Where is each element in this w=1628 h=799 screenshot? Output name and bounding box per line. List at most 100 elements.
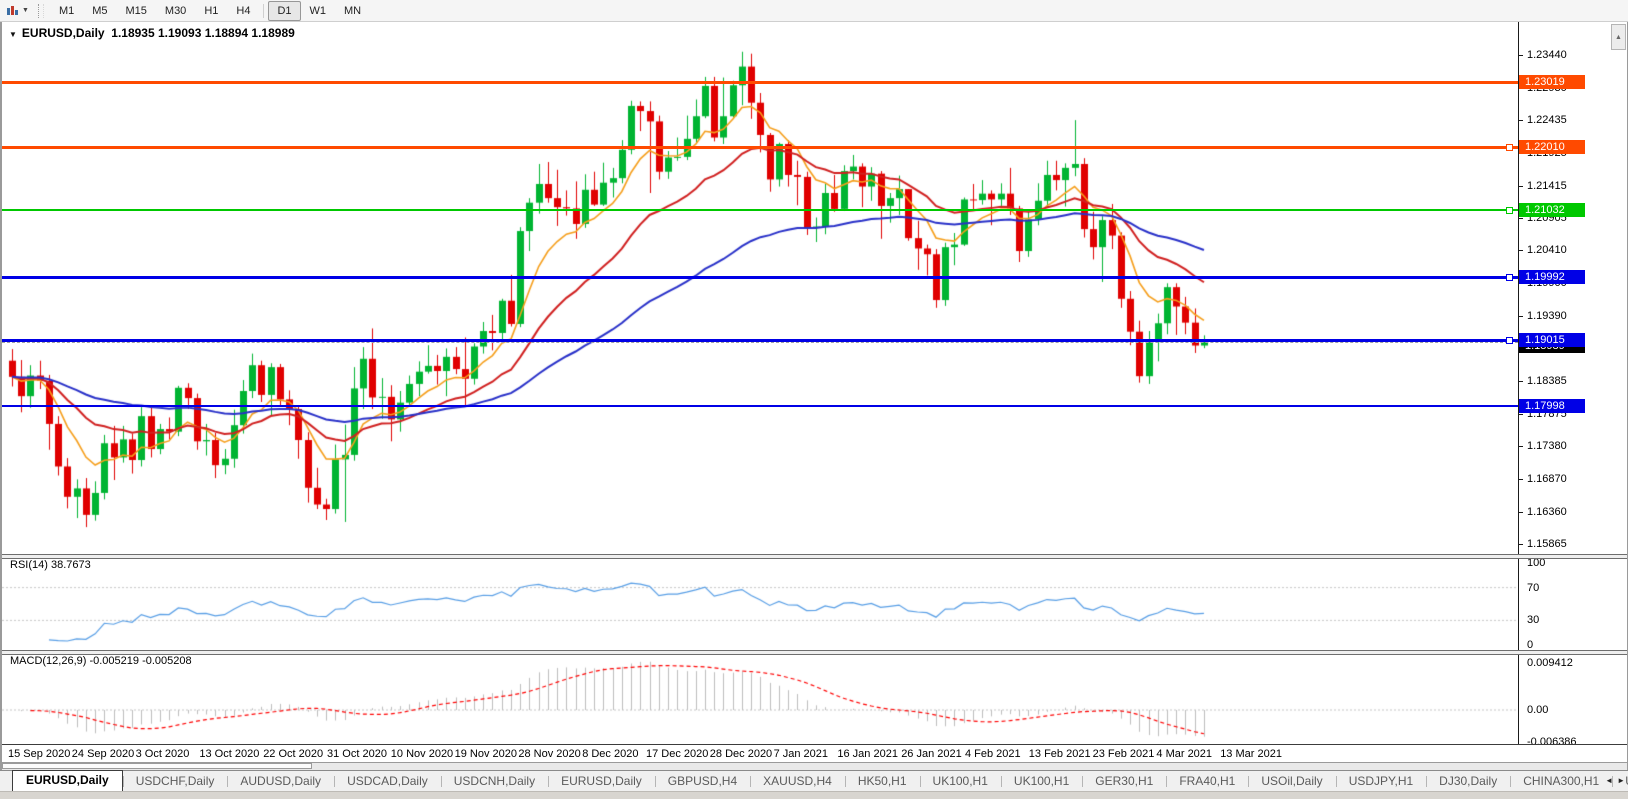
horizontal-level-label[interactable]: 1.23019 (1519, 75, 1585, 89)
timeframe-button-h4[interactable]: H4 (227, 1, 259, 21)
date-axis-label: 19 Nov 2020 (455, 748, 517, 760)
tab-scroll-left-icon[interactable]: ◄ (1605, 776, 1613, 785)
horizontal-level-label[interactable]: 1.22010 (1519, 140, 1585, 154)
tab-12-fra40-h1[interactable]: FRA40,H1 (1166, 772, 1248, 791)
horizontal-level-line[interactable] (2, 146, 1518, 149)
price-tick-mark (1519, 55, 1523, 56)
chart-period-icon-glyph (6, 4, 20, 18)
tab-11-ger30-h1[interactable]: GER30,H1 (1082, 772, 1166, 791)
tab-3-usdcad-daily[interactable]: USDCAD,Daily (334, 772, 441, 791)
line-drag-handle[interactable] (1506, 337, 1513, 344)
tab-2-audusd-daily[interactable]: AUDUSD,Daily (227, 772, 334, 791)
chart-title: ▼ EURUSD,Daily 1.18935 1.19093 1.18894 1.… (9, 26, 295, 40)
horizontal-level-label[interactable]: 1.17998 (1519, 399, 1585, 413)
line-drag-handle[interactable] (1506, 144, 1513, 151)
tab-scroll-right-icon[interactable]: ► (1617, 776, 1625, 785)
date-axis-label: 15 Sep 2020 (8, 748, 70, 760)
bid-price-line (2, 342, 1518, 343)
line-drag-handle[interactable] (1506, 274, 1513, 281)
tab-4-usdcnh-daily[interactable]: USDCNH,Daily (441, 772, 548, 791)
chart-title-symbol: EURUSD,Daily (22, 26, 105, 40)
chart-overlay: 1.234401.229301.224351.219251.214151.209… (2, 22, 1627, 744)
timeframe-button-m5[interactable]: M5 (83, 1, 116, 21)
timeframe-button-h1[interactable]: H1 (195, 1, 227, 21)
timeframe-button-m1[interactable]: M1 (50, 1, 83, 21)
price-tick-label: 1.17380 (1527, 440, 1567, 452)
price-tick-label: 1.16870 (1527, 473, 1567, 485)
date-axis-label: 7 Jan 2021 (774, 748, 828, 760)
date-axis-label: 16 Jan 2021 (837, 748, 898, 760)
date-axis-label: 4 Feb 2021 (965, 748, 1021, 760)
price-tick-mark (1519, 512, 1523, 513)
price-tick-mark (1519, 544, 1523, 545)
chart-period-dropdown-icon[interactable]: ▼ (22, 7, 29, 14)
window-bottom-strip (0, 791, 1628, 799)
price-tick-mark (1519, 446, 1523, 447)
rsi-tick-label: 30 (1527, 614, 1539, 626)
chart-title-ohlc: 1.18935 1.19093 1.18894 1.18989 (111, 26, 295, 40)
tab-6-gbpusd-h4[interactable]: GBPUSD,H4 (655, 772, 750, 791)
date-axis-label: 31 Oct 2020 (327, 748, 387, 760)
price-axis-line[interactable] (1518, 22, 1519, 744)
tab-5-eurusd-daily[interactable]: EURUSD,Daily (548, 772, 655, 791)
date-axis-label: 22 Oct 2020 (263, 748, 323, 760)
horizontal-level-line[interactable] (2, 339, 1518, 342)
chart-scroll-up-button[interactable]: ▲ (1611, 24, 1626, 50)
tab-15-dj30-daily[interactable]: DJ30,Daily (1426, 772, 1510, 791)
mt4-terminal: { "icons": {"collapse": "▼", "dropdown":… (0, 0, 1628, 799)
line-drag-handle[interactable] (1506, 207, 1513, 214)
timeframe-button-d1[interactable]: D1 (268, 1, 300, 21)
horizontal-level-label[interactable]: 1.19992 (1519, 270, 1585, 284)
tab-0-eurusd-daily[interactable]: EURUSD,Daily (12, 770, 123, 791)
date-axis-label: 8 Dec 2020 (582, 748, 638, 760)
rsi-indicator-label: RSI(14) 38.7673 (10, 559, 91, 571)
timeframe-group-separator (263, 4, 264, 18)
horizontal-scrollbar[interactable] (2, 763, 1627, 770)
horizontal-level-line[interactable] (2, 209, 1518, 211)
date-axis-label: 3 Oct 2020 (136, 748, 190, 760)
price-tick-mark (1519, 120, 1523, 121)
date-axis-label: 17 Dec 2020 (646, 748, 708, 760)
horizontal-scrollbar-thumb[interactable] (2, 763, 312, 769)
horizontal-level-label[interactable]: 1.21032 (1519, 203, 1585, 217)
timeframe-button-mn[interactable]: MN (335, 1, 370, 21)
tab-16-china300-h1[interactable]: CHINA300,H1 (1510, 772, 1612, 791)
chart-period-icon[interactable] (4, 3, 22, 19)
pane-splitter-rsi[interactable] (2, 554, 1627, 559)
price-tick-mark (1519, 479, 1523, 480)
horizontal-level-label[interactable]: 1.19015 (1519, 333, 1585, 347)
collapse-icon[interactable]: ▼ (9, 30, 17, 39)
macd-tick-label: 0.009412 (1527, 657, 1573, 669)
tab-14-usdjpy-h1[interactable]: USDJPY,H1 (1336, 772, 1426, 791)
date-axis-label: 28 Dec 2020 (710, 748, 772, 760)
pane-splitter-macd[interactable] (2, 650, 1627, 655)
tab-13-usoil-daily[interactable]: USOil,Daily (1248, 772, 1335, 791)
date-axis-label: 13 Mar 2021 (1220, 748, 1282, 760)
tab-1-usdchf-daily[interactable]: USDCHF,Daily (123, 772, 228, 791)
date-axis[interactable]: 15 Sep 202024 Sep 20203 Oct 202013 Oct 2… (2, 744, 1627, 763)
timeframe-toolbar: ▼ M1M5M15M30H1H4 D1W1MN (0, 0, 1628, 22)
chart-tabs-bar: EURUSD,DailyUSDCHF,DailyAUDUSD,DailyUSDC… (0, 770, 1628, 791)
price-tick-label: 1.18385 (1527, 375, 1567, 387)
chart-window: 1.234401.229301.224351.219251.214151.209… (0, 22, 1628, 770)
tab-10-uk100-h1[interactable]: UK100,H1 (1001, 772, 1082, 791)
horizontal-level-line[interactable] (2, 276, 1518, 279)
toolbar-grip[interactable] (38, 4, 44, 18)
price-tick-mark (1519, 250, 1523, 251)
tab-8-hk50-h1[interactable]: HK50,H1 (845, 772, 920, 791)
horizontal-level-line[interactable] (2, 81, 1518, 84)
price-tick-label: 1.16360 (1527, 506, 1567, 518)
tab-9-uk100-h1[interactable]: UK100,H1 (920, 772, 1001, 791)
timeframe-button-m30[interactable]: M30 (156, 1, 195, 21)
price-tick-mark (1519, 186, 1523, 187)
timeframe-button-w1[interactable]: W1 (301, 1, 336, 21)
tab-7-xauusd-h4[interactable]: XAUUSD,H4 (750, 772, 845, 791)
price-tick-label: 1.20410 (1527, 244, 1567, 256)
macd-indicator-label: MACD(12,26,9) -0.005219 -0.005208 (10, 655, 192, 667)
date-axis-label: 28 Nov 2020 (518, 748, 580, 760)
macd-tick-label: 0.00 (1527, 704, 1548, 716)
timeframe-button-m15[interactable]: M15 (117, 1, 156, 21)
price-tick-label: 1.21415 (1527, 180, 1567, 192)
horizontal-level-line[interactable] (2, 405, 1518, 407)
date-axis-label: 24 Sep 2020 (72, 748, 134, 760)
